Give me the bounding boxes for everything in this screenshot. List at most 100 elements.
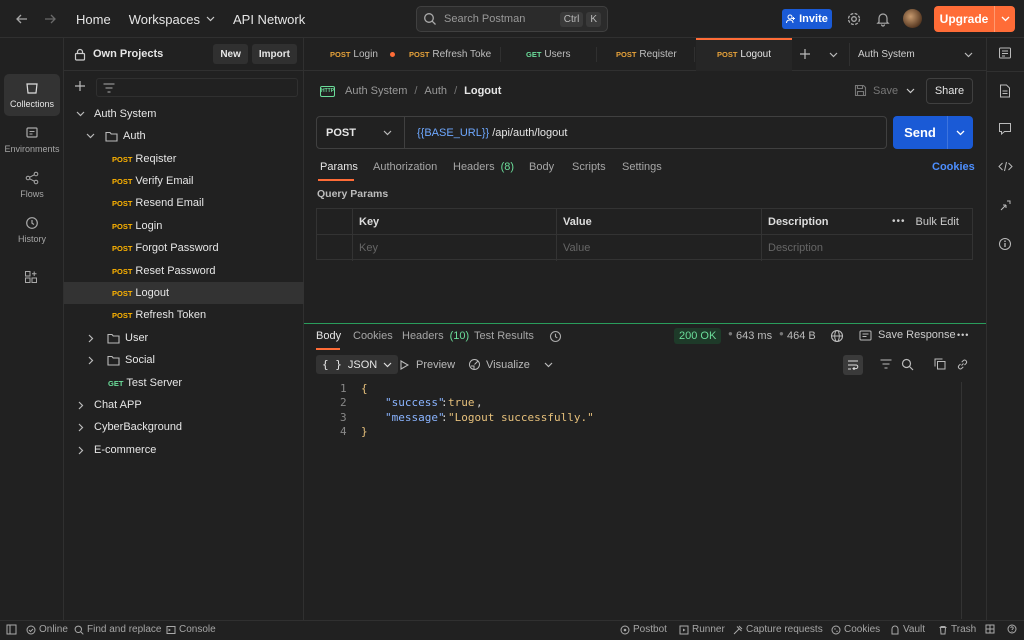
chevron-down-icon[interactable] — [544, 362, 553, 368]
link-icon[interactable] — [956, 358, 969, 371]
tree-request[interactable]: POST Verify Email — [64, 170, 304, 192]
copy-icon[interactable] — [934, 358, 946, 370]
tab-authorization[interactable]: Authorization — [373, 161, 437, 173]
console-button[interactable]: Console — [166, 624, 216, 635]
tree-request[interactable]: POST Refresh Token — [64, 304, 304, 326]
nav-api-network[interactable]: API Network — [233, 12, 305, 27]
search-icon[interactable] — [901, 358, 914, 371]
tabs-menu-chevron-icon[interactable] — [829, 52, 838, 58]
tree-request[interactable]: POST Login — [64, 215, 304, 237]
response-time[interactable]: 643 ms — [736, 330, 772, 342]
value-input[interactable]: Value — [557, 235, 762, 261]
plus-icon[interactable] — [74, 80, 86, 92]
response-tab-test-results[interactable]: Test Results — [474, 330, 534, 342]
history-icon[interactable] — [549, 330, 562, 343]
tree-collection[interactable]: CyberBackground — [64, 416, 304, 438]
rail-history[interactable]: History — [4, 209, 60, 251]
info-icon[interactable] — [998, 237, 1012, 251]
nav-workspaces[interactable]: Workspaces — [129, 12, 215, 27]
new-tab-plus-icon[interactable] — [799, 48, 811, 60]
wrap-lines-icon[interactable] — [843, 355, 863, 375]
tree-collection[interactable]: E-commerce — [64, 439, 304, 461]
rail-environments[interactable]: Environments — [4, 119, 60, 161]
trash-button[interactable]: Trash — [938, 624, 976, 635]
cookies-link[interactable]: Cookies — [932, 161, 975, 173]
response-tab-cookies[interactable]: Cookies — [353, 330, 393, 342]
save-response-button[interactable]: Save Response — [859, 329, 956, 341]
back-arrow-icon[interactable] — [10, 7, 34, 31]
tree-folder[interactable]: Auth — [64, 125, 304, 147]
preview-button[interactable]: Preview — [400, 359, 455, 371]
tab-request-active[interactable]: POST Logout — [696, 38, 792, 71]
tree-request[interactable]: POST Reqister — [64, 148, 304, 170]
rail-collections[interactable]: Collections — [4, 74, 60, 116]
share-button[interactable]: Share — [926, 78, 973, 104]
tree-folder[interactable]: Social — [64, 349, 304, 371]
save-options-chevron-icon[interactable] — [906, 88, 915, 94]
breadcrumb-item[interactable]: Auth — [424, 85, 447, 97]
cookies-button[interactable]: Cookies — [831, 624, 880, 635]
tree-request[interactable]: POST Reset Password — [64, 260, 304, 282]
breadcrumb-item[interactable]: Auth System — [345, 85, 407, 97]
description-input[interactable]: Description — [762, 235, 972, 261]
tree-folder[interactable]: User — [64, 327, 304, 349]
toggle-sidebar-icon[interactable] — [6, 624, 17, 635]
tab-params[interactable]: Params — [320, 161, 358, 173]
related-collections-icon[interactable] — [999, 199, 1012, 212]
tab-scripts[interactable]: Scripts — [572, 161, 606, 173]
filter-input[interactable] — [96, 78, 298, 97]
format-select[interactable]: { } JSON — [316, 355, 399, 374]
find-replace-button[interactable]: Find and replace — [74, 624, 162, 635]
filter-icon[interactable] — [880, 359, 892, 369]
tree-request-selected[interactable]: POST Logout — [64, 282, 304, 304]
capture-requests-button[interactable]: Capture requests — [733, 624, 823, 635]
configure-workbench-icon[interactable] — [24, 270, 38, 284]
nav-home[interactable]: Home — [76, 12, 111, 27]
response-size[interactable]: 464 B — [787, 330, 816, 342]
tab-settings[interactable]: Settings — [622, 161, 662, 173]
workspace-name[interactable]: Own Projects — [93, 48, 213, 60]
scrollbar-track[interactable] — [961, 382, 962, 619]
upgrade-button[interactable]: Upgrade — [934, 6, 1015, 32]
runner-button[interactable]: Runner — [679, 624, 725, 635]
globe-icon[interactable] — [830, 329, 844, 343]
more-options-icon[interactable]: ••• — [892, 216, 906, 227]
comments-icon[interactable] — [998, 122, 1012, 135]
key-input[interactable]: Key — [353, 235, 557, 261]
new-button[interactable]: New — [213, 44, 248, 64]
visualize-button[interactable]: Visualize — [468, 358, 553, 371]
vault-button[interactable]: Vault — [890, 624, 925, 635]
documentation-icon[interactable] — [999, 84, 1011, 98]
response-tab-body[interactable]: Body — [316, 330, 341, 342]
url-input[interactable]: {{BASE_URL}} /api/auth/logout — [405, 117, 886, 148]
response-tab-headers[interactable]: Headers (10) — [402, 330, 469, 342]
rail-flows[interactable]: Flows — [4, 164, 60, 206]
workspace-overview-icon[interactable] — [998, 46, 1012, 60]
tab-headers[interactable]: Headers (8) — [453, 161, 514, 173]
method-select[interactable]: POST — [317, 117, 405, 148]
tree-collection[interactable]: Auth System — [64, 103, 304, 125]
notification-bell-icon[interactable] — [875, 11, 891, 27]
tree-request[interactable]: GET Test Server — [64, 372, 304, 394]
breadcrumb-current[interactable]: Logout — [464, 85, 501, 97]
forward-arrow-icon[interactable] — [38, 7, 62, 31]
settings-gear-icon[interactable] — [846, 11, 862, 27]
status-badge[interactable]: 200 OK — [674, 328, 722, 344]
code-snippet-icon[interactable] — [998, 161, 1013, 172]
more-options-icon[interactable]: ••• — [957, 330, 969, 340]
tab-request[interactable]: POST Refresh Toke — [409, 38, 491, 71]
save-button[interactable]: Save — [854, 84, 898, 97]
tab-body[interactable]: Body — [529, 161, 554, 173]
chevron-down-icon[interactable] — [1001, 16, 1010, 22]
environment-selector[interactable]: Auth System — [858, 38, 973, 71]
chevron-down-icon[interactable] — [956, 130, 965, 136]
postbot-button[interactable]: Postbot — [620, 624, 667, 635]
layout-grid-icon[interactable] — [985, 624, 995, 634]
response-body-viewer[interactable]: 1 2 3 4 { "success" : true , "message" :… — [304, 382, 972, 621]
bulk-edit-button[interactable]: ••• Bulk Edit — [892, 209, 972, 235]
tree-request[interactable]: POST Resend Email — [64, 192, 304, 214]
import-button[interactable]: Import — [251, 44, 297, 64]
online-status[interactable]: Online — [26, 624, 68, 635]
user-avatar[interactable] — [903, 9, 922, 28]
tree-collection[interactable]: Chat APP — [64, 394, 304, 416]
